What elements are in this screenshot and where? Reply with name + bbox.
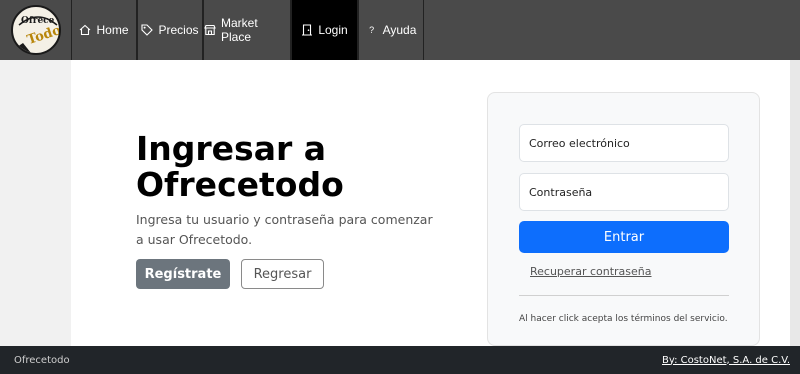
register-button[interactable]: Regístrate xyxy=(136,259,230,289)
nav-precios-label: Precios xyxy=(158,23,199,37)
email-field[interactable]: Correo electrónico xyxy=(519,124,729,162)
nav-ayuda-label: Ayuda xyxy=(382,23,417,37)
top-navbar: Ofrece Todo Home Precios Market Place Lo… xyxy=(0,0,800,60)
side-margin xyxy=(790,60,800,346)
page-title: Ingresar a Ofrecetodo xyxy=(136,129,344,204)
home-icon xyxy=(79,24,91,36)
nav-login[interactable]: Login xyxy=(291,0,358,60)
nav-precios[interactable]: Precios xyxy=(137,0,203,60)
back-button[interactable]: Regresar xyxy=(241,259,324,289)
brand-logo[interactable]: Ofrece Todo xyxy=(0,0,71,60)
price-tag-icon xyxy=(141,24,154,36)
submit-button[interactable]: Entrar xyxy=(519,221,729,253)
divider xyxy=(519,295,729,296)
main-content: Ingresar a Ofrecetodo Ingresa tu usuario… xyxy=(71,60,790,346)
question-icon: ? xyxy=(369,25,375,35)
recover-password-link[interactable]: Recuperar contraseña xyxy=(530,265,652,278)
terms-text: Al hacer click acepta los términos del s… xyxy=(519,314,728,324)
page-subtitle: Ingresa tu usuario y contraseña para com… xyxy=(136,212,433,247)
nav-login-label: Login xyxy=(318,23,348,37)
svg-text:Todo: Todo xyxy=(25,23,61,48)
nav-marketplace[interactable]: Market Place xyxy=(203,0,291,60)
svg-text:Ofrece: Ofrece xyxy=(21,16,55,26)
nav-home-label: Home xyxy=(96,23,129,37)
nav-ayuda[interactable]: ? Ayuda xyxy=(358,0,424,60)
footer-brand: Ofrecetodo xyxy=(14,354,70,366)
door-icon xyxy=(301,24,313,36)
footer-credit-link[interactable]: By: CostoNet, S.A. de C.V. xyxy=(662,355,790,366)
logo-graphic-icon: Ofrece Todo xyxy=(16,16,61,53)
store-icon xyxy=(204,24,216,36)
nav-marketplace-label: Market Place xyxy=(221,16,258,44)
nav-home[interactable]: Home xyxy=(71,0,137,60)
footer: Ofrecetodo By: CostoNet, S.A. de C.V. xyxy=(0,346,800,374)
logo-badge: Ofrece Todo xyxy=(10,5,61,55)
password-field[interactable]: Contraseña xyxy=(519,173,729,211)
login-card: Correo electrónico Contraseña Entrar Rec… xyxy=(487,92,760,346)
